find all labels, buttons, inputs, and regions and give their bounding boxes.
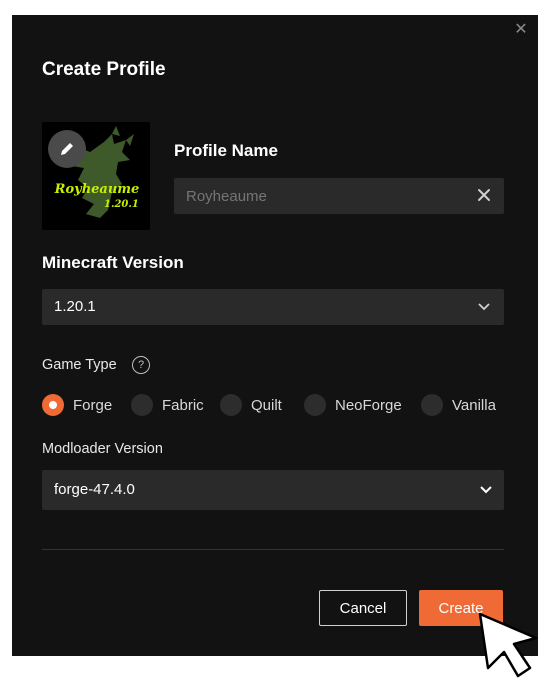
clear-icon[interactable] xyxy=(476,187,492,203)
radio-label: NeoForge xyxy=(335,396,402,414)
modloader-version-select[interactable]: forge-47.4.0 xyxy=(42,470,504,510)
dialog-title: Create Profile xyxy=(42,59,166,80)
edit-thumbnail-button[interactable] xyxy=(48,130,86,168)
modloader-version-value: forge-47.4.0 xyxy=(54,481,135,498)
create-profile-dialog: ✕ Create Profile Royheaume 1.20.1 Profil… xyxy=(12,15,538,656)
minecraft-version-value: 1.20.1 xyxy=(54,298,96,315)
chevron-down-icon xyxy=(478,303,490,311)
radio-unselected-icon xyxy=(421,394,443,416)
radio-label: Quilt xyxy=(251,396,282,414)
radio-fabric[interactable]: Fabric xyxy=(131,394,204,416)
thumbnail-version-text: 1.20.1 xyxy=(104,199,139,210)
radio-unselected-icon xyxy=(304,394,326,416)
game-type-label: Game Type xyxy=(42,357,117,373)
radio-vanilla[interactable]: Vanilla xyxy=(421,394,496,416)
radio-selected-icon xyxy=(42,394,64,416)
profile-thumbnail[interactable]: Royheaume 1.20.1 xyxy=(42,122,150,230)
radio-label: Fabric xyxy=(162,396,204,414)
mouse-pointer-icon xyxy=(478,612,538,678)
cancel-button[interactable]: Cancel xyxy=(319,590,407,626)
radio-quilt[interactable]: Quilt xyxy=(220,394,282,416)
minecraft-version-label: Minecraft Version xyxy=(42,253,184,272)
modloader-version-label: Modloader Version xyxy=(42,441,163,457)
minecraft-version-select[interactable]: 1.20.1 xyxy=(42,289,504,325)
profile-name-input[interactable] xyxy=(186,178,466,214)
close-icon[interactable]: ✕ xyxy=(514,22,528,38)
radio-neoforge[interactable]: NeoForge xyxy=(304,394,402,416)
radio-unselected-icon xyxy=(131,394,153,416)
pencil-icon xyxy=(61,143,73,155)
radio-label: Forge xyxy=(73,396,113,414)
chevron-down-icon xyxy=(480,486,492,494)
divider xyxy=(42,549,504,550)
profile-name-label: Profile Name xyxy=(174,141,278,160)
radio-label: Vanilla xyxy=(452,396,496,414)
radio-forge[interactable]: Forge xyxy=(42,394,112,416)
profile-name-field[interactable] xyxy=(174,178,504,214)
thumbnail-name-text: Royheaume xyxy=(54,182,140,197)
radio-unselected-icon xyxy=(220,394,242,416)
help-icon[interactable]: ? xyxy=(132,356,150,374)
